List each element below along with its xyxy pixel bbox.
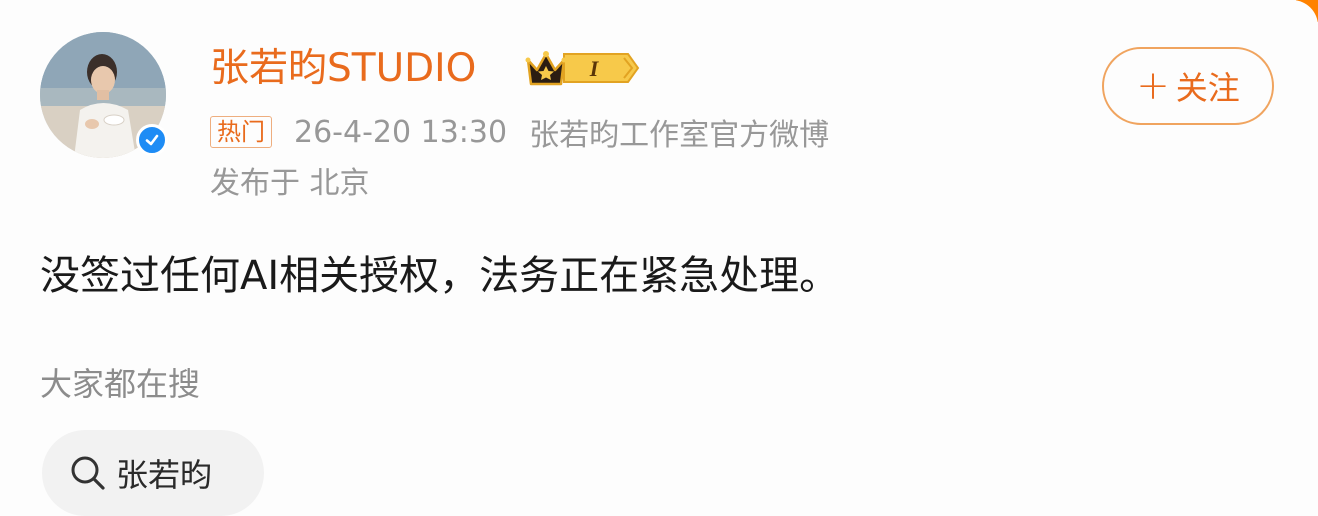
plus-icon: + xyxy=(1136,63,1170,109)
post-source[interactable]: 张若昀工作室官方微博 xyxy=(529,110,829,154)
hot-badge: 热门 xyxy=(210,116,272,148)
search-chip[interactable]: 张若昀 xyxy=(42,430,264,516)
username[interactable]: 张若昀STUDIO xyxy=(210,46,476,92)
post-text: 没签过任何AI相关授权，法务正在紧急处理。 xyxy=(40,253,840,299)
crown-level-icon[interactable]: I xyxy=(524,46,640,90)
post-card: 张若昀STUDIO I 热门 26-4-20 13:30 张若昀工作室官方微博 … xyxy=(0,0,1318,516)
follow-label: 关注 xyxy=(1175,69,1240,107)
avatar[interactable] xyxy=(40,32,168,158)
crown-level-text: I xyxy=(589,56,600,81)
search-icon xyxy=(71,456,105,490)
post-meta: 热门 26-4-20 13:30 张若昀工作室官方微博 xyxy=(210,110,829,154)
verified-check-icon xyxy=(136,124,168,156)
search-section-heading: 大家都在搜 xyxy=(40,365,201,403)
search-chip-label: 张若昀 xyxy=(116,456,213,494)
follow-button[interactable]: + 关注 xyxy=(1102,47,1274,125)
post-location: 发布于 北京 xyxy=(210,166,370,201)
post-time: 26-4-20 13:30 xyxy=(294,114,508,150)
